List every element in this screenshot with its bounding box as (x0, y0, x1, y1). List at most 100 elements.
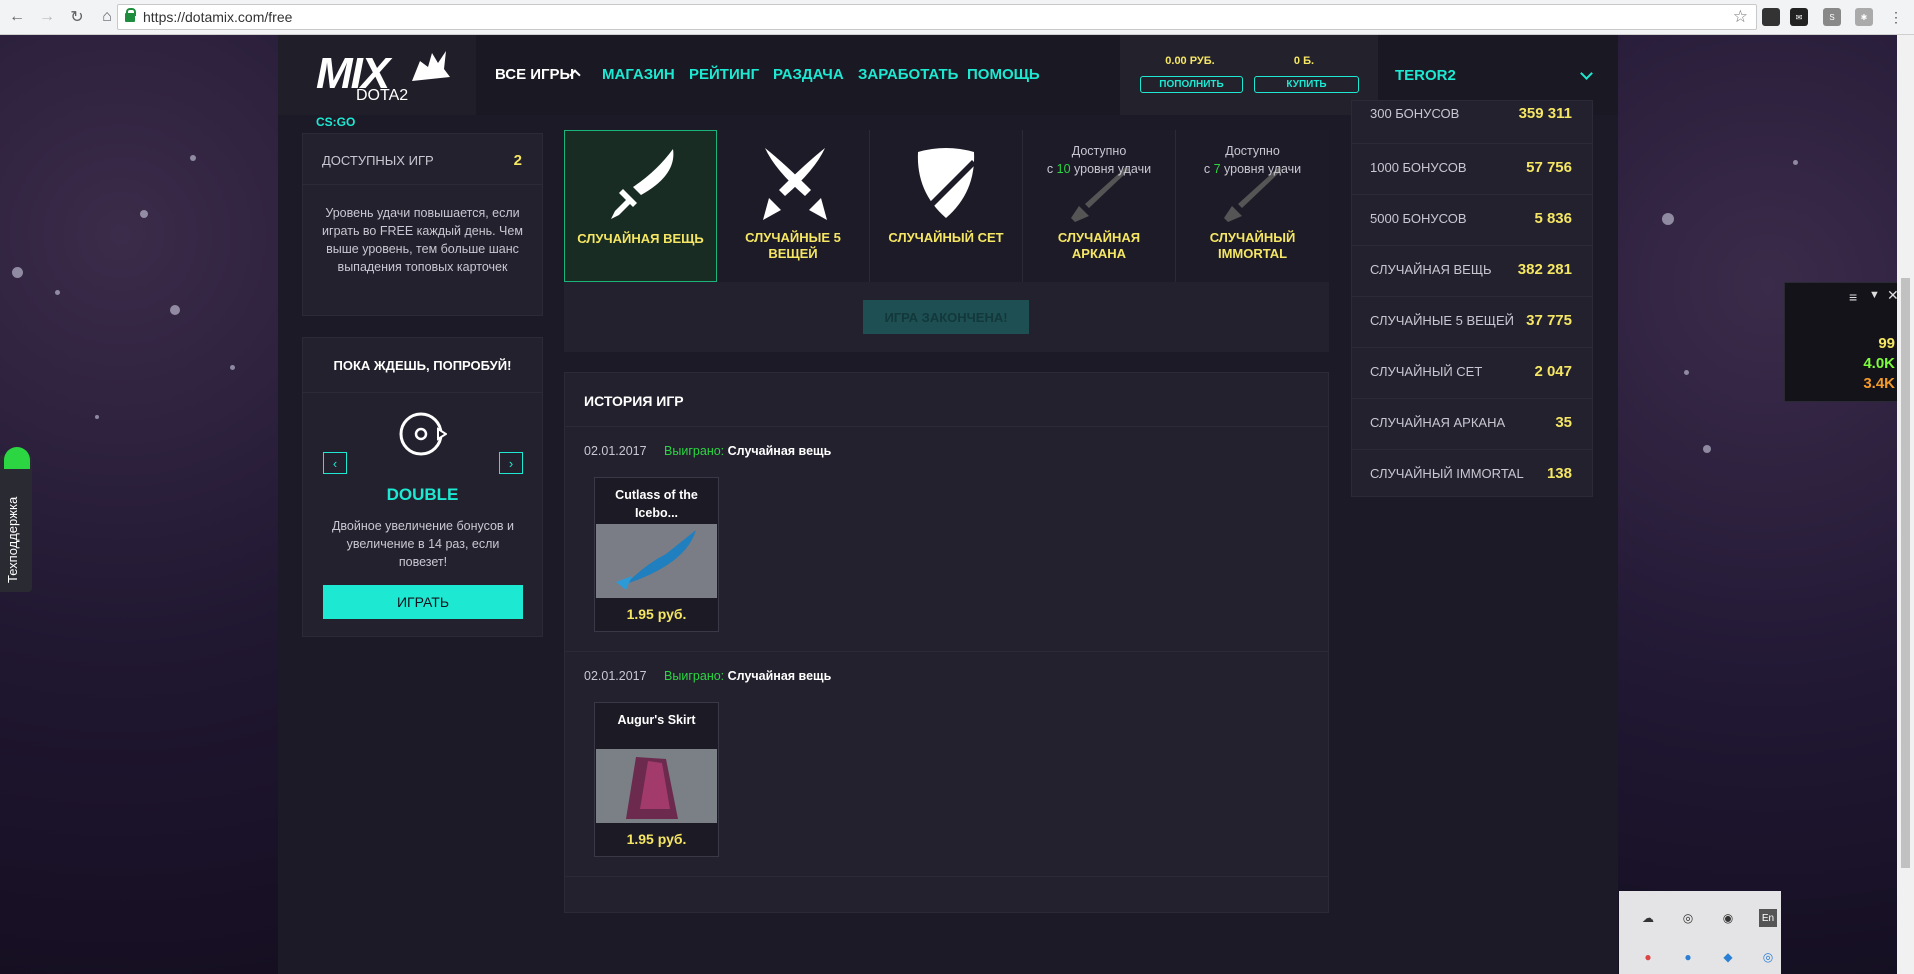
card-title: СЛУЧАЙНЫЕ 5 (745, 230, 841, 245)
settings-extension-icon[interactable]: ✱ (1855, 8, 1873, 26)
prev-game-button[interactable]: ‹ (323, 452, 347, 474)
game-over-button[interactable]: ИГРА ЗАКОНЧЕНА! (863, 300, 1029, 334)
stat-label: СЛУЧАЙНАЯ ВЕЩЬ (1370, 262, 1492, 277)
address-bar[interactable]: https://dotamix.com/free ☆ (117, 4, 1757, 30)
chevron-down-icon[interactable] (1580, 67, 1593, 80)
nav-all-games[interactable]: ВСЕ ИГРЫ (495, 66, 574, 83)
hamburger-icon[interactable]: ≡ (1849, 289, 1857, 305)
shield-icon (917, 148, 976, 218)
card-title-line2: IMMORTAL (1217, 246, 1288, 261)
stat-row: 1000 БОНУСОВ 57 756 (1352, 143, 1592, 194)
cutlass-item-image (596, 524, 717, 598)
lock-icon (125, 7, 136, 22)
collapse-icon[interactable]: ▼ (1869, 289, 1880, 301)
scrollbar-thumb[interactable] (1901, 278, 1910, 868)
available-games-label: ДОСТУПНЫХ ИГР (322, 153, 434, 168)
stat-label: СЛУЧАЙНАЯ АРКАНА (1370, 415, 1506, 430)
browser-toolbar: ← → ↻ ⌂ https://dotamix.com/free ☆ ✉ S ✱… (0, 0, 1914, 35)
history-entry-header: 02.01.2017 Выиграно: Случайная вещь (584, 444, 831, 458)
history-item-card[interactable]: Cutlass of the Icebo... 1.95 руб. (594, 477, 719, 632)
monitor-value-1: 99 (1878, 335, 1895, 352)
sword-icon (611, 149, 674, 219)
language-indicator[interactable]: En (1759, 909, 1777, 927)
stat-row: СЛУЧАЙНЫЙ IMMORTAL 138 (1352, 449, 1592, 500)
stat-row: 300 БОНУСОВ 359 311 (1352, 98, 1592, 129)
stat-row: СЛУЧАЙНЫЕ 5 ВЕЩЕЙ 37 775 (1352, 296, 1592, 347)
card-note-line2: с 7 уровня удачи (1203, 162, 1302, 176)
network-icon[interactable]: ◎ (1679, 909, 1697, 927)
card-random-arcana[interactable]: Доступно с 10 уровня удачи СЛУЧАЙНАЯ АРК… (1023, 130, 1176, 282)
skype-extension-icon[interactable]: S (1823, 8, 1841, 26)
card-random-item[interactable]: СЛУЧАЙНАЯ ВЕЩЬ (564, 130, 717, 282)
cloud-icon[interactable]: ☁ (1639, 909, 1657, 927)
diamond-icon[interactable]: ◆ (1719, 948, 1737, 966)
globe-icon[interactable]: ● (1679, 948, 1697, 966)
available-games-count: 2 (513, 152, 522, 169)
site-logo[interactable]: MIX DOTA2 (278, 35, 476, 115)
stat-value: 2 047 (1534, 363, 1572, 380)
card-note: Доступно (1225, 144, 1280, 158)
support-tab[interactable]: Техподдержка (0, 447, 32, 592)
url-text: https://dotamix.com/free (143, 9, 293, 25)
steam-icon[interactable]: ◉ (1719, 909, 1737, 927)
nav-help[interactable]: ПОМОЩЬ (967, 66, 1040, 83)
nav-rating[interactable]: РЕЙТИНГ (689, 66, 759, 83)
stat-row: СЛУЧАЙНАЯ ВЕЩЬ 382 281 (1352, 245, 1592, 296)
game-switch-csgo[interactable]: CS:GO (308, 115, 364, 133)
back-icon[interactable]: ← (4, 4, 30, 30)
app-icon[interactable]: ● (1639, 948, 1657, 966)
radar-icon[interactable]: ◎ (1759, 948, 1777, 966)
card-note-line2: с 10 уровня удачи (1046, 162, 1152, 176)
balance-rub: 0.00 РУБ. (1165, 55, 1215, 67)
buy-button[interactable]: КУПИТЬ (1254, 76, 1359, 93)
stat-value: 57 756 (1526, 159, 1572, 176)
stat-row: СЛУЧАЙНЫЙ СЕТ 2 047 (1352, 347, 1592, 398)
play-button[interactable]: ИГРАТЬ (323, 585, 523, 619)
next-game-button[interactable]: › (499, 452, 523, 474)
left-background (0, 35, 278, 974)
augurs-skirt-item-image (596, 749, 717, 823)
system-tray: ☁ ◎ ◉ En ● ● ◆ ◎ (1619, 891, 1781, 974)
right-background (1618, 35, 1914, 974)
luck-panel: ДОСТУПНЫХ ИГР 2 Уровень удачи повышается… (302, 133, 543, 316)
card-note: Доступно (1071, 144, 1127, 158)
card-title: СЛУЧАЙНАЯ (1057, 230, 1141, 245)
item-price: 1.95 руб. (626, 606, 687, 622)
luck-description: Уровень удачи повышается, если играть во… (322, 206, 523, 274)
card-random-5[interactable]: СЛУЧАЙНЫЕ 5 ВЕЩЕЙ (717, 130, 870, 282)
crossed-swords-icon (763, 148, 827, 220)
prize-cards: СЛУЧАЙНАЯ ВЕЩЬ СЛУЧАЙНЫЕ 5 ВЕЩЕЙ СЛУЧАЙН… (564, 130, 1329, 282)
support-label: Техподдержка (5, 496, 20, 583)
balance-bonus: 0 Б. (1293, 55, 1315, 67)
extension-icon[interactable] (1762, 8, 1780, 26)
history-item-card[interactable]: Augur's Skirt 1.95 руб. (594, 702, 719, 857)
game-name: DOUBLE (386, 485, 459, 504)
game-description: Двойное увеличение бонусов и увеличение … (331, 519, 515, 569)
item-name-line2: Icebo... (634, 506, 679, 520)
menu-icon[interactable]: ⋮ (1887, 8, 1905, 26)
reload-icon[interactable]: ↻ (64, 4, 90, 30)
card-random-set[interactable]: СЛУЧАЙНЫЙ СЕТ (870, 130, 1023, 282)
won-label: Выиграно: (664, 669, 725, 683)
double-game-icon (399, 412, 447, 456)
stat-value: 5 836 (1534, 210, 1572, 227)
stat-value: 35 (1555, 414, 1572, 431)
nav-earn[interactable]: ЗАРАБОТАТЬ (858, 66, 958, 83)
bookmark-star-icon[interactable]: ☆ (1733, 7, 1748, 27)
nav-shop[interactable]: МАГАЗИН (602, 66, 675, 83)
card-title: СЛУЧАЙНАЯ ВЕЩЬ (577, 231, 704, 246)
history-title: ИСТОРИЯ ИГР (584, 393, 684, 409)
logo-mascot-icon (412, 51, 450, 81)
card-title-line2: ВЕЩЕЙ (768, 246, 818, 261)
logo-subtitle: DOTA2 (356, 87, 409, 104)
mail-icon[interactable]: ✉ (1790, 8, 1808, 26)
card-random-immortal[interactable]: Доступно с 7 уровня удачи СЛУЧАЙНЫЙ IMMO… (1176, 130, 1329, 282)
history-date: 02.01.2017 (584, 444, 647, 458)
username[interactable]: TEROR2 (1395, 67, 1456, 84)
nav-giveaway[interactable]: РАЗДАЧА (773, 66, 844, 83)
support-indicator (4, 447, 30, 469)
topup-button[interactable]: ПОПОЛНИТЬ (1140, 76, 1243, 93)
stat-value: 382 281 (1517, 261, 1572, 278)
history-entry-header: 02.01.2017 Выиграно: Случайная вещь (584, 669, 831, 683)
forward-icon[interactable]: → (34, 4, 60, 30)
